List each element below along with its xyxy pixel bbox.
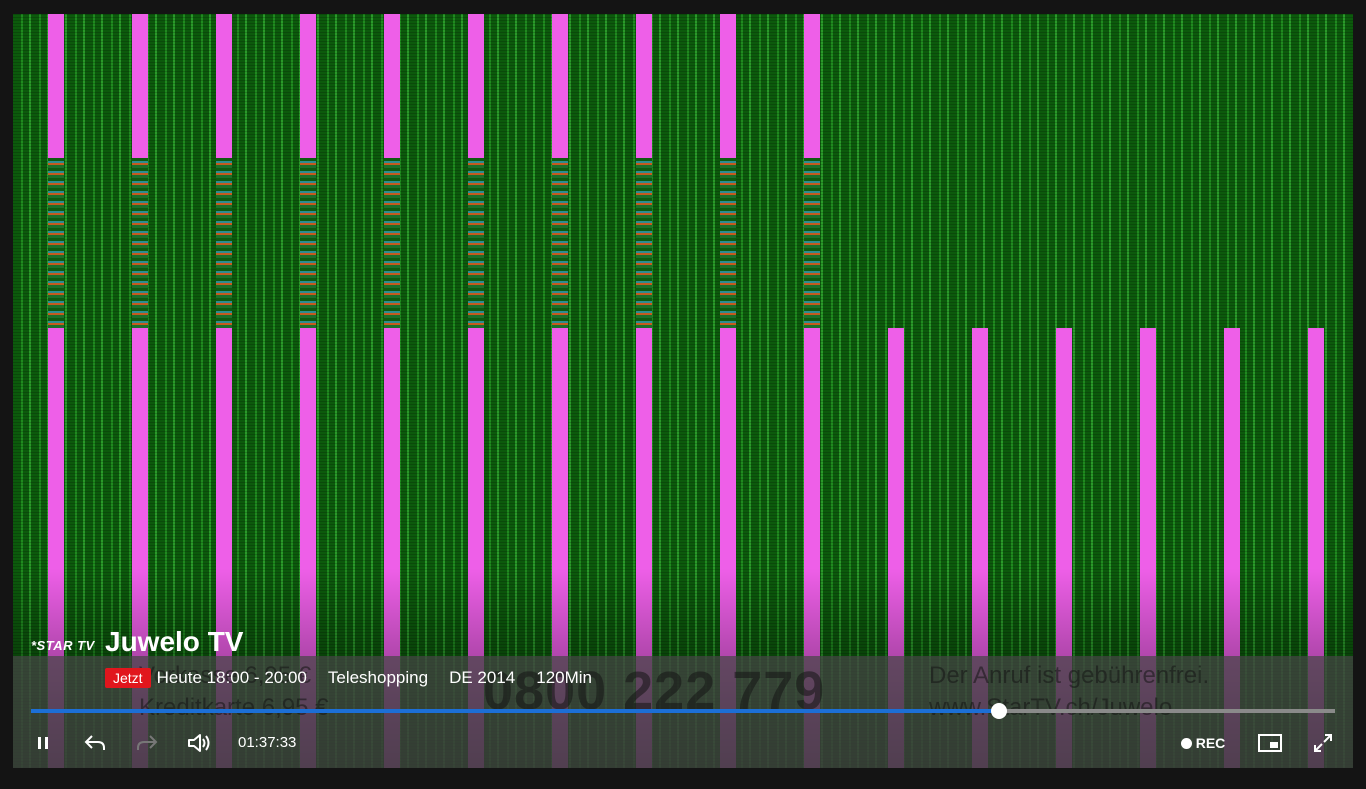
program-duration: 120Min [536,668,592,687]
record-button[interactable]: REC [1178,728,1228,758]
video-noise-block [300,158,316,328]
video-noise-block [636,158,652,328]
progress-fill [31,709,999,713]
redo-arrow-icon [137,735,158,750]
record-dot-icon [1180,737,1192,749]
speaker-volume-icon [188,734,210,752]
fullscreen-button[interactable] [1309,728,1337,758]
video-stripe [216,14,232,158]
video-noise-block [132,158,148,328]
video-stripe [468,14,484,158]
video-stripe [300,14,316,158]
channel-logo: *STAR TV [31,638,95,653]
program-genre: Teleshopping [327,668,429,687]
video-stripe [636,14,652,158]
control-bar: 01:37:33 REC [13,728,1353,758]
video-stripe [804,14,820,158]
progress-handle[interactable] [990,703,1007,719]
channel-name: Juwelo TV [105,626,244,657]
video-noise-block [48,158,64,328]
video-noise-block [720,158,736,328]
undo-arrow-icon [84,735,105,750]
program-info: Jetzt Heute 18:00 - 20:00 Teleshopping D… [105,666,613,690]
pause-button[interactable] [31,728,55,758]
video-noise-block [804,158,820,328]
video-stripe [48,14,64,158]
record-label: REC [1195,735,1226,751]
forward-button[interactable] [133,728,161,758]
pause-icon [38,737,48,749]
video-noise-block [216,158,232,328]
progress-bar[interactable] [31,703,1335,719]
video-stripe [132,14,148,158]
expand-icon [1314,734,1332,752]
video-noise-block [552,158,568,328]
ticker-line2-right: www.StarTV.ch/Juwelo [929,694,1173,721]
video-stripe [552,14,568,158]
volume-button[interactable] [185,728,213,758]
video-stripe [720,14,736,158]
video-noise-block [468,158,484,328]
video-stripe [384,14,400,158]
video-noise-block [384,158,400,328]
pip-button[interactable] [1255,728,1285,758]
now-badge: Jetzt [105,668,151,688]
program-country-year: DE 2014 [449,668,516,687]
ticker-line2-left: Kreditkarte 6,95 € [139,694,329,721]
playback-time: 01:37:33 [238,734,297,751]
picture-in-picture-icon [1258,734,1282,752]
video-player[interactable]: Vorkasse 6,95 € Kreditkarte 6,95 € 0800 … [13,14,1353,768]
program-time: Heute 18:00 - 20:00 [156,668,307,687]
rewind-button[interactable] [81,728,109,758]
ticker-line1-right: Der Anruf ist gebührenfrei. [929,662,1210,689]
